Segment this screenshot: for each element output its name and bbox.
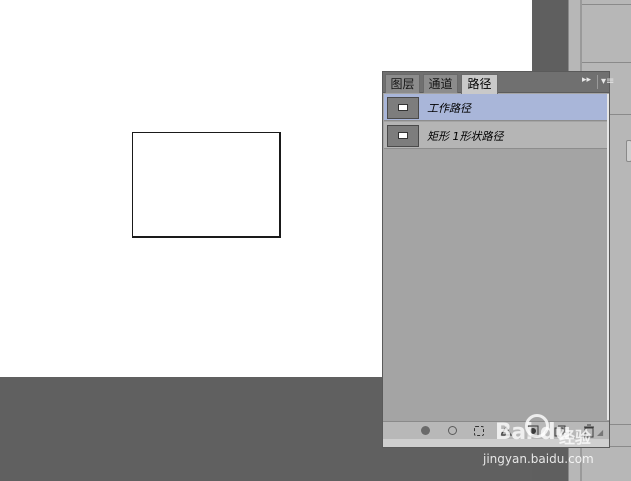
tab-paths[interactable]: 路径 [461, 74, 498, 94]
paw-icon [525, 414, 549, 438]
side-divider [582, 4, 631, 5]
path-row-rectangle-shape-path[interactable]: 矩形 1形状路径 [384, 122, 608, 149]
watermark: Bai du 经验 jingyan.baidu.com [483, 410, 631, 481]
tab-channels[interactable]: 通道 [423, 74, 458, 93]
panel-scroll-track [607, 94, 609, 420]
panel-menu-icon[interactable]: ▾≡ [601, 75, 614, 89]
path-label: 工作路径 [427, 102, 471, 115]
rectangle-shape[interactable] [132, 132, 281, 238]
path-thumbnail [387, 125, 419, 147]
path-label: 矩形 1形状路径 [427, 130, 504, 143]
scrollbar-grip[interactable] [626, 140, 631, 162]
path-thumbnail [387, 97, 419, 119]
watermark-chinese: 经验 [559, 428, 592, 447]
paths-panel: 图层 通道 路径 ▸▸ ▾≡ 工作路径 矩形 1形状路径 ◢ [382, 71, 614, 448]
path-row-work-path[interactable]: 工作路径 [384, 94, 608, 121]
tab-layers[interactable]: 图层 [385, 74, 420, 93]
panel-tab-bar: 图层 通道 路径 ▸▸ ▾≡ [383, 72, 614, 94]
tab-bar-divider [597, 75, 598, 89]
watermark-url: jingyan.baidu.com [483, 452, 594, 466]
side-divider [582, 62, 631, 63]
collapse-panel-icon[interactable]: ▸▸ [582, 75, 591, 85]
stroke-path-icon[interactable] [445, 424, 459, 438]
fill-path-icon[interactable] [418, 424, 432, 438]
